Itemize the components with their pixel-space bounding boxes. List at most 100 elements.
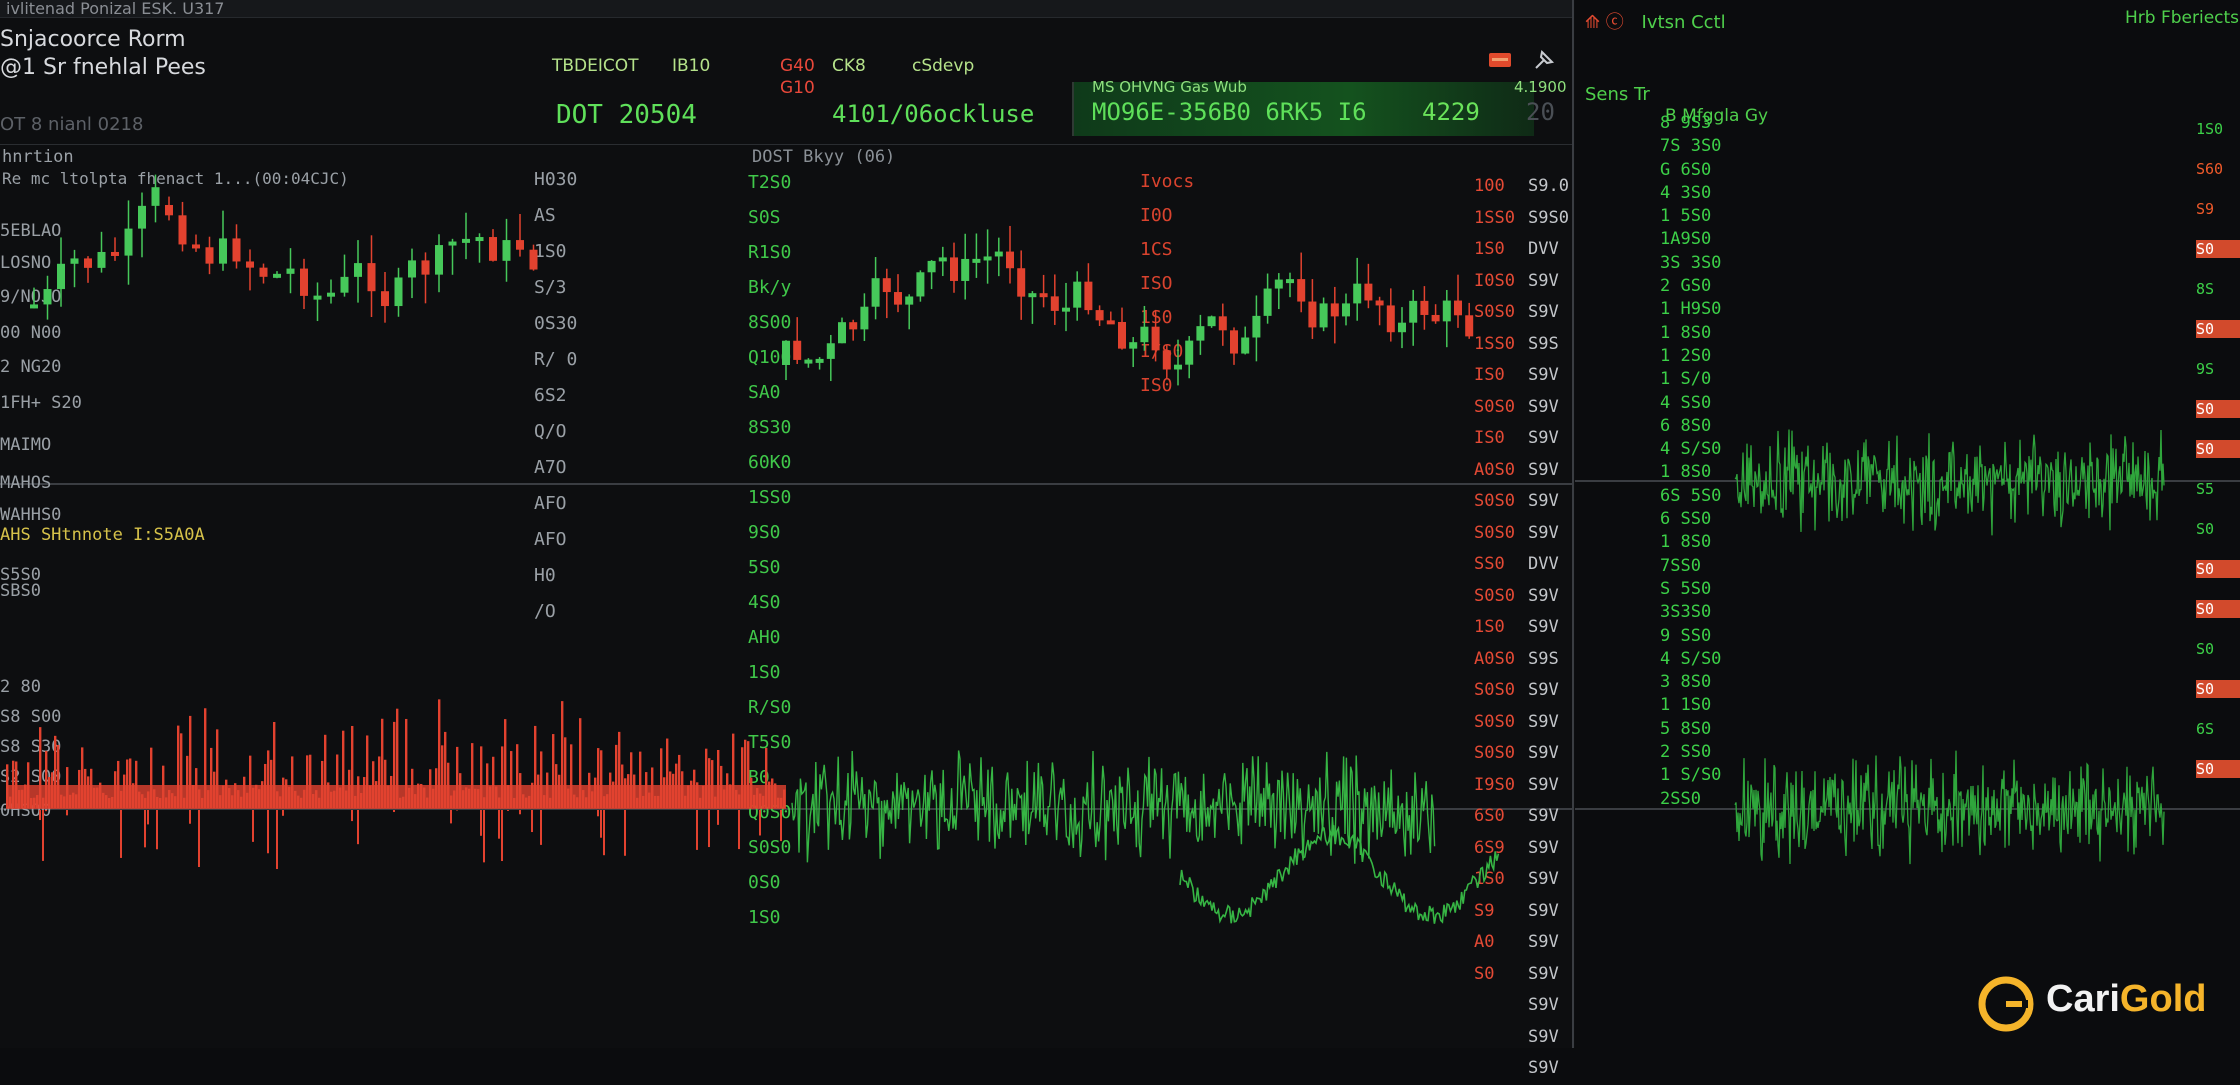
candle xyxy=(206,247,214,263)
volume-bar xyxy=(507,810,509,811)
panel-splitter[interactable] xyxy=(1572,0,1574,1048)
candle xyxy=(273,274,281,278)
live-ticker[interactable]: MS OHVNG Gas Wub 4.1900 MO96E-356B0 6RK5… xyxy=(1072,82,1534,136)
volume-bar xyxy=(45,810,47,811)
stat-label-2: IB10 xyxy=(672,56,710,76)
depth-chart xyxy=(1575,0,2240,1048)
candle xyxy=(1219,316,1227,330)
candle xyxy=(165,205,173,215)
candle xyxy=(233,238,241,261)
stat-value-4: 4101/06ockluse xyxy=(832,100,1034,128)
instrument-title: Snjacoorce Rorm @1 Sr fnehlal Pees xyxy=(0,26,206,82)
candle xyxy=(972,259,980,263)
volume-bar xyxy=(120,810,122,858)
candle xyxy=(961,259,969,281)
candle xyxy=(816,359,824,363)
candle xyxy=(1376,300,1384,305)
stat-label-3: G40 xyxy=(780,56,815,76)
volume-bar xyxy=(198,810,200,867)
candle xyxy=(152,187,160,206)
depth-oscillator xyxy=(1735,751,2164,864)
candle xyxy=(476,237,484,241)
volume-bar xyxy=(624,810,626,856)
candle xyxy=(341,277,349,293)
chart-panel[interactable]: hnrtion Re mc ltolpta fhenact 1...(00:04… xyxy=(0,145,1572,1048)
candle xyxy=(916,272,924,296)
candle xyxy=(1275,280,1283,289)
candle xyxy=(1409,301,1417,323)
volume-bar xyxy=(147,810,149,824)
volume-bar xyxy=(501,810,503,861)
candlestick-chart[interactable] xyxy=(0,145,1572,1048)
chart-header: Snjacoorce Rorm @1 Sr fnehlal Pees OT 8 … xyxy=(0,18,1572,145)
candle xyxy=(489,237,497,261)
title-line-1: Snjacoorce Rorm xyxy=(0,26,206,54)
candle xyxy=(1118,322,1126,349)
candle xyxy=(827,343,835,359)
candle xyxy=(1398,323,1406,333)
volume-bar xyxy=(597,810,599,816)
candle xyxy=(1017,268,1025,296)
volume-bar xyxy=(531,810,533,832)
flag-icon[interactable] xyxy=(1488,48,1512,72)
volume-bar xyxy=(276,810,278,869)
candle xyxy=(1342,303,1350,316)
ticker-right-label: 4.1900 xyxy=(1514,78,1567,96)
candle xyxy=(1454,301,1462,316)
volume-bar xyxy=(282,810,284,816)
window-title: ivlitenad Ponizal ESK. U317 xyxy=(6,0,224,18)
brand-name: CariGold xyxy=(2046,978,2206,1021)
candle xyxy=(1432,315,1440,321)
candle xyxy=(939,257,947,261)
brand-name-part2: Gold xyxy=(2120,978,2207,1020)
candle xyxy=(1297,279,1305,301)
candle xyxy=(1084,282,1092,310)
volume-bar xyxy=(267,810,269,853)
candle xyxy=(984,256,992,260)
candle xyxy=(849,322,857,329)
candle xyxy=(422,260,430,274)
candle xyxy=(125,229,133,256)
volume-bar xyxy=(351,810,353,821)
candle xyxy=(894,292,902,305)
pin-icon[interactable] xyxy=(1532,48,1556,72)
volume-bar xyxy=(603,810,605,855)
volume-band xyxy=(6,785,786,809)
volume-bar xyxy=(156,810,158,849)
ticker-suffix: 20 xyxy=(1526,98,1555,126)
candle xyxy=(530,250,538,270)
volume-bar xyxy=(252,810,254,842)
candle xyxy=(1387,305,1395,332)
candle xyxy=(1241,337,1249,353)
volume-bar xyxy=(480,810,482,836)
candle xyxy=(1353,284,1361,304)
candle xyxy=(950,257,958,281)
candle xyxy=(1040,293,1048,297)
candle xyxy=(793,341,801,360)
candle xyxy=(449,242,457,246)
depth-oscillator xyxy=(1735,430,2164,536)
stat-label-5: cSdevp xyxy=(912,56,974,76)
candle xyxy=(84,258,92,267)
volume-bar xyxy=(450,810,452,823)
volume-bar xyxy=(738,810,740,849)
candle xyxy=(1051,296,1059,311)
volume-bar xyxy=(600,810,602,838)
candle xyxy=(1331,303,1339,316)
carigold-logo-icon xyxy=(1978,976,2034,1032)
candle xyxy=(1465,315,1473,336)
candle xyxy=(314,296,322,300)
candle xyxy=(246,261,254,267)
candle xyxy=(98,252,106,268)
candle xyxy=(883,278,891,292)
candle xyxy=(219,238,227,263)
candle xyxy=(1163,350,1171,369)
volume-bar xyxy=(144,810,146,847)
candle xyxy=(179,215,187,244)
candle xyxy=(782,341,790,365)
candle xyxy=(1107,320,1115,324)
title-line-2: @1 Sr fnehlal Pees xyxy=(0,54,206,82)
candle xyxy=(804,360,812,364)
candle xyxy=(192,244,200,248)
candle xyxy=(1230,330,1238,353)
